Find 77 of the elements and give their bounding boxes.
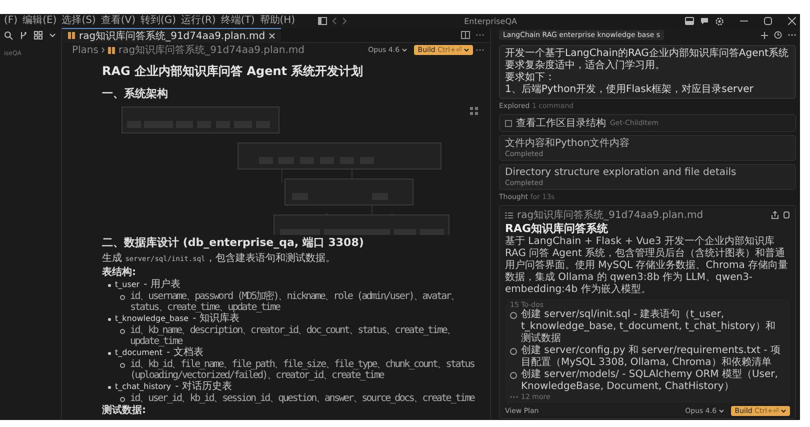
field-list: id、kb_id、file_name、file_path、file_size、file_type、chunk_count、status (uploading/vectorized/failed)、creator_id、create_time	[130, 359, 484, 381]
table-name: t_knowledge_base	[115, 313, 189, 325]
plan-filename: rag知识库问答系统_91d74aa9.plan.md	[517, 208, 704, 222]
message-text: 1、后端Python开发，使用Flask框架，对应目录server	[505, 84, 754, 96]
terminal-icon	[505, 120, 512, 126]
bullet-icon	[120, 397, 125, 402]
book-icon	[68, 32, 75, 39]
menu-item[interactable]: 帮助(H)	[260, 15, 296, 27]
document-title: RAG 企业内部知识库问答 Agent 系统开发计划	[102, 63, 364, 80]
file-tab[interactable]: rag知识库问答系统_91d74aa9.plan.md	[62, 28, 282, 42]
paragraph-text: 生成	[102, 253, 123, 264]
field-list: id、username、password (MD5加密)、nickname、role (admin/user)、avatar、status、create_time、update_time	[130, 291, 484, 313]
table-description: - 文档表	[166, 347, 204, 359]
history-icon[interactable]	[774, 31, 782, 39]
chevron-down-icon[interactable]	[781, 409, 786, 413]
branch-icon[interactable]	[19, 31, 28, 40]
expand-icon[interactable]	[470, 107, 478, 115]
bullet-icon	[120, 329, 125, 334]
search-icon[interactable]	[4, 31, 13, 40]
section-heading: 二、数据库设计 (db_enterprise_qa, 端口 3308)	[102, 235, 365, 250]
chat-icon[interactable]	[700, 17, 709, 25]
todo-text: 创建 server/models/ - SQLAlchemy ORM 模型（User, KnowledgeBase, Document, ChatHistory）	[521, 369, 779, 393]
field-list: id、user_id、kb_id、session_id、question、answer、source_docs、create_time	[130, 393, 474, 404]
maximize-icon[interactable]	[764, 17, 772, 25]
bullet-icon	[108, 318, 111, 320]
chevron-down-icon	[402, 48, 407, 52]
breadcrumb-item[interactable]: rag知识库问答系统_91d74aa9.plan.md	[118, 43, 305, 57]
window-title: EnterpriseQA	[464, 16, 517, 26]
bullet-icon	[108, 284, 111, 286]
close-icon[interactable]	[788, 17, 796, 25]
table-description: - 对话历史表	[175, 381, 232, 393]
section-heading: 一、系统架构	[102, 86, 169, 101]
list-icon	[505, 212, 513, 218]
bullet-icon	[108, 352, 111, 354]
chevron-down-icon[interactable]	[464, 48, 469, 52]
panel-layout-icon[interactable]	[685, 17, 694, 25]
table-name: t_chat_history	[115, 381, 172, 393]
breadcrumb-item[interactable]: Plans	[72, 44, 98, 56]
sidebar-toggle-icon[interactable]	[318, 17, 328, 25]
plus-icon[interactable]	[761, 32, 768, 38]
todo-checkbox[interactable]	[510, 372, 517, 379]
structure-label: 表结构:	[102, 266, 137, 279]
todo-text: 创建 server/config.py 和 server/requirements.txt - 项目配置（MySQL 3308, Ollama, Chroma）和依赖清单	[521, 345, 782, 368]
bullet-icon	[120, 363, 125, 368]
menu-item[interactable]: 查看(V)	[100, 15, 136, 27]
paragraph-text: ，包含建表语句和测试数据。	[205, 253, 336, 264]
table-name: t_user	[115, 279, 140, 291]
close-tab-icon[interactable]	[269, 32, 276, 38]
menu-item[interactable]: (F)	[4, 15, 18, 27]
copy-icon[interactable]	[783, 211, 790, 219]
menu-item[interactable]: 转到(G)	[140, 15, 176, 27]
menu-item[interactable]: 选择(S)	[62, 15, 96, 27]
table-name: t_document	[115, 347, 162, 359]
todo-text: 创建 server/sql/init.sql - 建表语句（t_user, t_knowledge_base, t_document, t_chat_history）和测试数据	[521, 309, 776, 344]
menu-item[interactable]: 终端(T)	[220, 15, 255, 27]
book-icon	[108, 46, 116, 54]
plan-title: RAG知识库问答系统	[505, 222, 610, 236]
menu-item[interactable]: 编辑(E)	[22, 15, 57, 27]
chevron-down-icon[interactable]	[49, 33, 56, 38]
test-data-label: 测试数据:	[102, 404, 147, 417]
menu-item[interactable]: 运行(R)	[181, 15, 216, 27]
bullet-icon	[108, 386, 111, 388]
bullet-icon	[120, 295, 125, 300]
table-description: - 用户表	[144, 279, 180, 291]
todo-checkbox[interactable]	[510, 312, 517, 319]
message-text: 开发一个基于LangChain的RAG企业内部知识库问答Agent系统要求复杂度适中，适合入门学习用。	[505, 48, 790, 72]
message-text: 要求如下：	[505, 72, 556, 84]
chevron-down-icon	[718, 409, 724, 413]
plan-description: 基于 LangChain + Flask + Vue3 开发一个企业内部知识库 RAG 问答 Agent 系统，包含管理员后台（含统计图表）和普通用户问答界面。使用 MySQL 存储业务数据、Chroma 存储向量数据，集成 Ollama 的 qwen3:8b 作为 LLM、qwen3-embedding:4b 作为嵌入模型。	[505, 236, 790, 296]
breadcrumb-separator-icon	[101, 47, 106, 53]
export-icon[interactable]	[771, 211, 779, 219]
field-list: id、kb_name、description、creator_id、doc_count、status、create_time、update_time	[130, 325, 484, 347]
grid-icon[interactable]	[34, 31, 43, 40]
todo-checkbox[interactable]	[510, 348, 517, 355]
table-description: - 知识库表	[192, 313, 240, 325]
split-editor-icon[interactable]	[461, 31, 470, 39]
settings-icon[interactable]	[715, 16, 724, 26]
